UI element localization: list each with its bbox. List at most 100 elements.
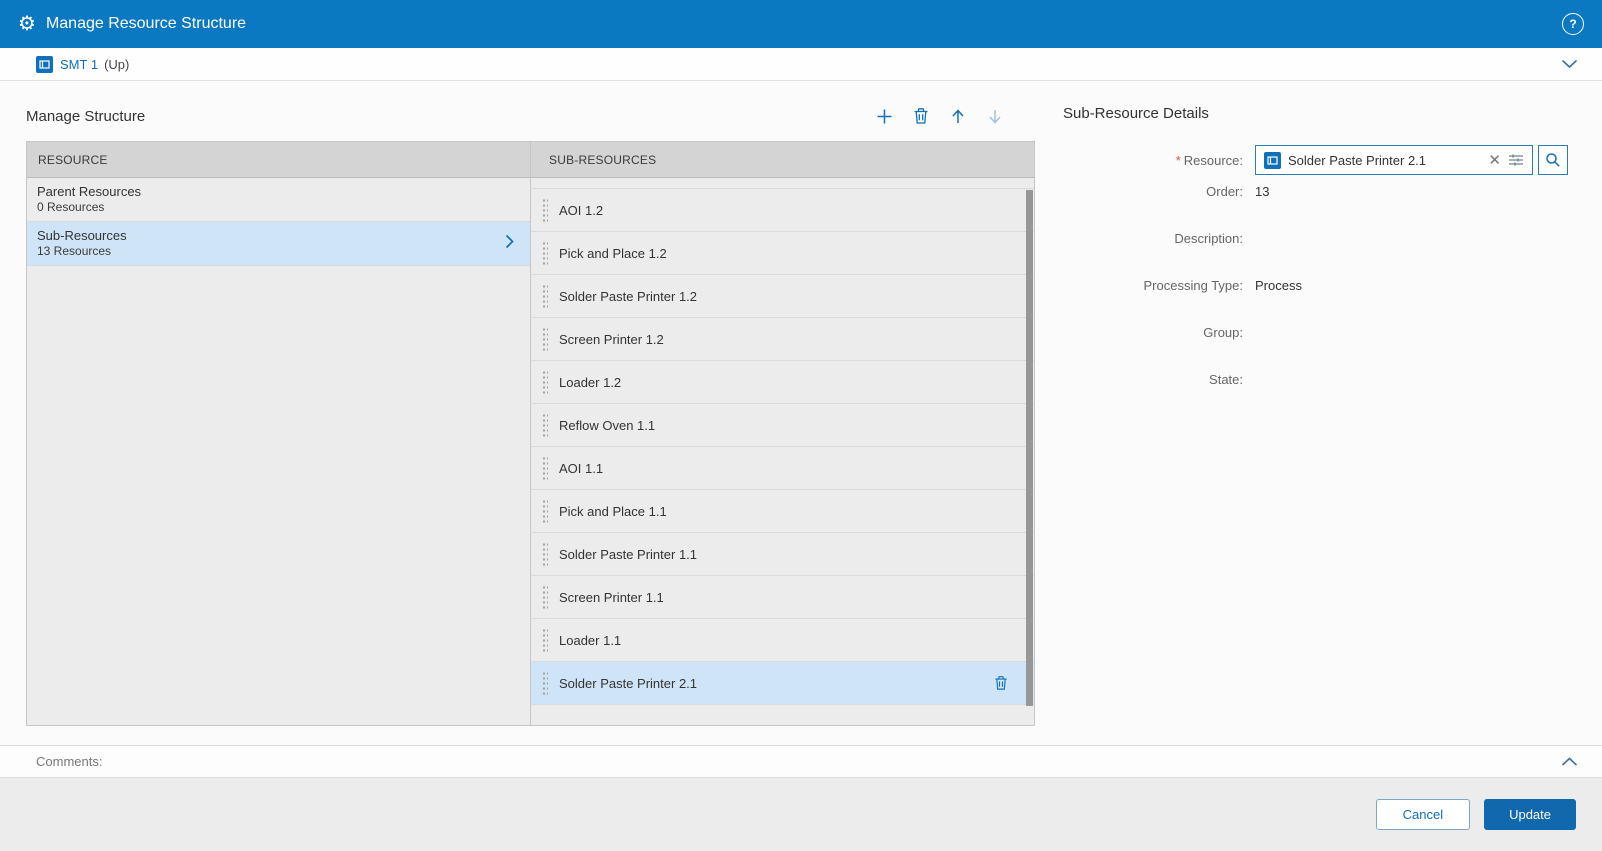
chevron-up-icon[interactable]: [1559, 755, 1580, 769]
table-body: Parent Resources 0 Resources Sub-Resourc…: [27, 178, 1034, 725]
field-value: Process: [1255, 276, 1302, 293]
partially-scrolled-row: [531, 178, 1034, 189]
sub-resource-row[interactable]: Pick and Place 1.1: [531, 490, 1034, 533]
column-header-resource: RESOURCE: [27, 142, 531, 177]
field-label: Group:: [1063, 323, 1255, 340]
resource-row-title: Sub-Resources: [37, 228, 520, 244]
cancel-button[interactable]: Cancel: [1376, 799, 1470, 830]
sub-resource-label: Pick and Place 1.1: [559, 504, 667, 519]
resource-picker-input[interactable]: Solder Paste Printer 2.1 ✕: [1255, 145, 1533, 175]
sub-resource-row[interactable]: AOI 1.2: [531, 189, 1034, 232]
resource-column: Parent Resources 0 Resources Sub-Resourc…: [27, 178, 531, 725]
sub-resources-list: AOI 1.2 Pick and Place 1.2 Solder Paste …: [531, 189, 1034, 705]
chevron-right-icon: [505, 234, 514, 253]
delete-icon[interactable]: [911, 106, 931, 126]
field-order: Order: 13: [1063, 182, 1576, 229]
sub-resource-label: Loader 1.1: [559, 633, 621, 648]
sub-resource-label: Reflow Oven 1.1: [559, 418, 655, 433]
resource-row-parent[interactable]: Parent Resources 0 Resources: [27, 178, 530, 222]
comments-label: Comments:: [36, 754, 1559, 769]
structure-table: RESOURCE SUB-RESOURCES Parent Resources …: [26, 141, 1035, 726]
update-button[interactable]: Update: [1484, 799, 1576, 830]
sub-resource-row[interactable]: Screen Printer 1.2: [531, 318, 1034, 361]
sub-resource-label: AOI 1.2: [559, 203, 603, 218]
drag-handle-icon[interactable]: [542, 585, 548, 609]
drag-handle-icon[interactable]: [542, 370, 548, 394]
drag-handle-icon[interactable]: [542, 284, 548, 308]
sub-resource-row[interactable]: Screen Printer 1.1: [531, 576, 1034, 619]
move-up-icon[interactable]: [948, 106, 968, 126]
sub-resource-row[interactable]: Solder Paste Printer 1.1: [531, 533, 1034, 576]
resource-picker-value: Solder Paste Printer 2.1: [1288, 153, 1481, 168]
resource-row-count: 13 Resources: [37, 244, 520, 259]
drag-handle-icon[interactable]: [542, 413, 548, 437]
sub-resources-column: AOI 1.2 Pick and Place 1.2 Solder Paste …: [531, 178, 1034, 725]
sub-resource-label: Solder Paste Printer 1.1: [559, 547, 697, 562]
table-header-row: RESOURCE SUB-RESOURCES: [27, 142, 1034, 178]
gear-icon: ⚙: [18, 14, 36, 34]
sub-resource-row[interactable]: AOI 1.1: [531, 447, 1034, 490]
drag-handle-icon[interactable]: [542, 671, 548, 695]
move-down-icon[interactable]: [985, 106, 1005, 126]
chevron-down-icon[interactable]: [1559, 57, 1580, 71]
drag-handle-icon[interactable]: [542, 327, 548, 351]
resource-row-count: 0 Resources: [37, 200, 520, 215]
breadcrumb-resource-link[interactable]: SMT 1: [60, 57, 98, 72]
sub-resource-row[interactable]: Reflow Oven 1.1: [531, 404, 1034, 447]
page-title: Manage Resource Structure: [46, 15, 1562, 33]
column-header-sub-resources: SUB-RESOURCES: [531, 142, 1034, 177]
drag-handle-icon[interactable]: [542, 241, 548, 265]
row-delete-icon[interactable]: [994, 675, 1008, 691]
required-asterisk: *: [1176, 153, 1181, 168]
field-resource: *Resource: Solder Paste Printer 2.1 ✕: [1063, 138, 1576, 182]
sub-resource-row[interactable]: Loader 1.1: [531, 619, 1034, 662]
sub-resource-label: Loader 1.2: [559, 375, 621, 390]
details-fields: *Resource: Solder Paste Printer 2.1 ✕: [1063, 138, 1576, 417]
field-description: Description:: [1063, 229, 1576, 276]
field-label: Processing Type:: [1063, 276, 1255, 293]
action-footer: Cancel Update: [0, 778, 1602, 851]
sliders-icon[interactable]: [1508, 153, 1524, 167]
manage-structure-pane: Manage Structure: [26, 81, 1035, 745]
comments-section-header[interactable]: Comments:: [0, 745, 1602, 778]
field-label: State:: [1063, 370, 1255, 387]
sub-resource-label: AOI 1.1: [559, 461, 603, 476]
app-window: ⚙ Manage Resource Structure ? SMT 1 (Up)…: [0, 0, 1602, 851]
manage-structure-header: Manage Structure: [26, 103, 1035, 129]
drag-handle-icon[interactable]: [542, 456, 548, 480]
sub-resource-details-pane: Sub-Resource Details *Resource: Solder P…: [1035, 81, 1576, 745]
breadcrumb-up-link[interactable]: (Up): [104, 57, 129, 72]
sub-resource-label: Screen Printer 1.1: [559, 590, 664, 605]
field-processing-type: Processing Type: Process: [1063, 276, 1576, 323]
resource-row-sub[interactable]: Sub-Resources 13 Resources: [27, 222, 530, 266]
field-label: Order:: [1063, 182, 1255, 199]
resource-picker-wrap: Solder Paste Printer 2.1 ✕: [1255, 145, 1568, 175]
vertical-scrollbar-thumb[interactable]: [1026, 190, 1033, 706]
main-content: Manage Structure: [0, 81, 1602, 745]
add-icon[interactable]: [874, 106, 894, 126]
breadcrumb: SMT 1 (Up): [0, 48, 1602, 81]
drag-handle-icon[interactable]: [542, 198, 548, 222]
sub-resource-row[interactable]: Solder Paste Printer 1.2: [531, 275, 1034, 318]
sub-resource-label: Screen Printer 1.2: [559, 332, 664, 347]
details-title: Sub-Resource Details: [1063, 105, 1576, 122]
resource-row-title: Parent Resources: [37, 184, 520, 200]
drag-handle-icon[interactable]: [542, 628, 548, 652]
sub-resource-label: Pick and Place 1.2: [559, 246, 667, 261]
manage-structure-title: Manage Structure: [26, 108, 145, 125]
sub-resource-row[interactable]: Pick and Place 1.2: [531, 232, 1034, 275]
drag-handle-icon[interactable]: [542, 542, 548, 566]
field-label: Description:: [1063, 229, 1255, 246]
search-button[interactable]: [1538, 145, 1568, 175]
structure-toolbar: [874, 106, 1035, 126]
sub-resource-label: Solder Paste Printer 2.1: [559, 676, 697, 691]
sub-resource-label: Solder Paste Printer 1.2: [559, 289, 697, 304]
drag-handle-icon[interactable]: [542, 499, 548, 523]
clear-icon[interactable]: ✕: [1488, 153, 1501, 168]
resource-icon: [1264, 152, 1281, 169]
sub-resource-row[interactable]: Loader 1.2: [531, 361, 1034, 404]
help-icon[interactable]: ?: [1562, 13, 1584, 35]
sub-resource-row[interactable]: Solder Paste Printer 2.1: [531, 662, 1034, 705]
field-group: Group:: [1063, 323, 1576, 370]
resource-icon: [36, 56, 53, 73]
